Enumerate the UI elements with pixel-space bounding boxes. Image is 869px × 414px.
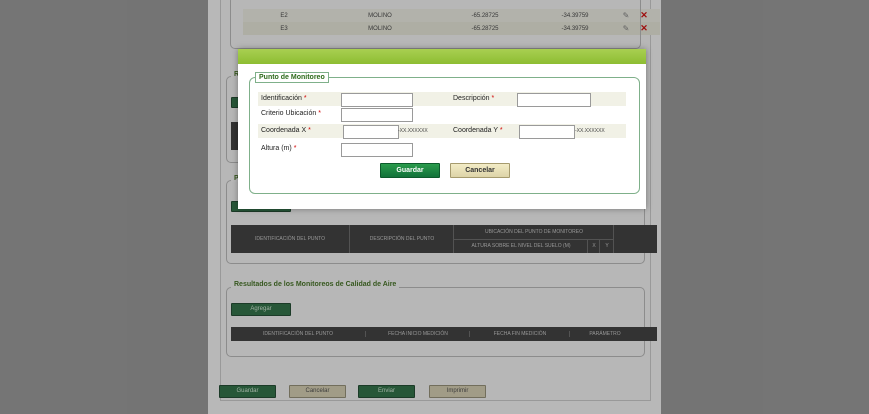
col-id: IDENTIFICACIÓN DEL PUNTO: [254, 236, 325, 242]
footer-save-button[interactable]: Guardar: [219, 385, 276, 398]
results-table-header: IDENTIFICACIÓN DEL PUNTO FECHA INICIO ME…: [231, 327, 657, 341]
required-mark: *: [293, 145, 297, 152]
col-location: UBICACIÓN DEL PUNTO DE MONITOREO: [453, 225, 614, 240]
results-col-param: PARÁMETRO: [569, 331, 640, 337]
description-input[interactable]: [517, 93, 591, 107]
right-gutter: [661, 0, 869, 414]
description-label-text: Descripción: [453, 95, 490, 102]
stations-fieldset: [230, 0, 641, 49]
monitoring-point-dialog: Punto de Monitoreo Identificación * Desc…: [238, 49, 646, 209]
form-row-identification: Identificación * Descripción *: [258, 92, 626, 107]
coord-y-label-text: Coordenada Y: [453, 127, 498, 134]
coord-x-input[interactable]: [343, 125, 399, 139]
form-row-height: Altura (m) *: [258, 142, 626, 157]
col-height: ALTURA SOBRE EL NIVEL DEL SUELO (M): [453, 239, 588, 253]
results-legend: Resultados de los Monitoreos de Calidad …: [231, 281, 400, 288]
left-gutter: [0, 0, 208, 414]
required-mark: *: [303, 95, 307, 102]
height-label-text: Altura (m): [261, 145, 292, 152]
required-mark: *: [308, 127, 311, 134]
coord-y-hint: -XX.XXXXXX: [575, 128, 605, 134]
criteria-input[interactable]: [341, 108, 413, 122]
coord-x-label-text: Coordenada X: [261, 127, 307, 134]
coord-x-label: Coordenada X *: [261, 127, 311, 134]
height-label: Altura (m) *: [261, 145, 296, 152]
dialog-cancel-button[interactable]: Cancelar: [450, 163, 510, 178]
fieldset-legend: Punto de Monitoreo: [255, 72, 329, 83]
required-mark: *: [491, 95, 495, 102]
results-col-id: IDENTIFICACIÓN DEL PUNTO: [262, 331, 333, 337]
points-table-header: IDENTIFICACIÓN DEL PUNTO DESCRIPCIÓN DEL…: [231, 225, 657, 253]
dialog-header-bar: [238, 49, 646, 64]
required-mark: *: [499, 127, 503, 134]
results-col-end: FECHA FIN MEDICIÓN: [469, 331, 570, 337]
form-row-criteria: Criterio Ubicación *: [258, 107, 626, 122]
coord-y-input[interactable]: [519, 125, 575, 139]
height-input[interactable]: [341, 143, 413, 157]
results-add-button[interactable]: Agregar: [231, 303, 291, 316]
footer-send-button[interactable]: Enviar: [358, 385, 415, 398]
results-col-start: FECHA INICIO MEDICIÓN: [365, 331, 470, 337]
results-fieldset: [226, 287, 645, 357]
coord-x-hint: -XX.XXXXXX: [398, 128, 428, 134]
form-row-coordinates: Coordenada X * -XX.XXXXXX Coordenada Y *…: [258, 124, 626, 139]
footer-print-button[interactable]: Imprimir: [429, 385, 486, 398]
col-divider: [613, 225, 614, 253]
criteria-label-text: Criterio Ubicación: [261, 110, 317, 117]
identification-label: Identificación *: [261, 95, 307, 102]
coord-y-label: Coordenada Y *: [453, 127, 503, 134]
identification-label-text: Identificación: [261, 95, 302, 102]
criteria-label: Criterio Ubicación *: [261, 110, 321, 117]
identification-input[interactable]: [341, 93, 413, 107]
col-y: Y: [599, 239, 614, 253]
required-mark: *: [318, 110, 321, 117]
description-label: Descripción *: [453, 95, 494, 102]
dialog-save-button[interactable]: Guardar: [380, 163, 440, 178]
col-desc: DESCRIPCIÓN DEL PUNTO: [349, 225, 454, 253]
footer-cancel-button[interactable]: Cancelar: [289, 385, 346, 398]
